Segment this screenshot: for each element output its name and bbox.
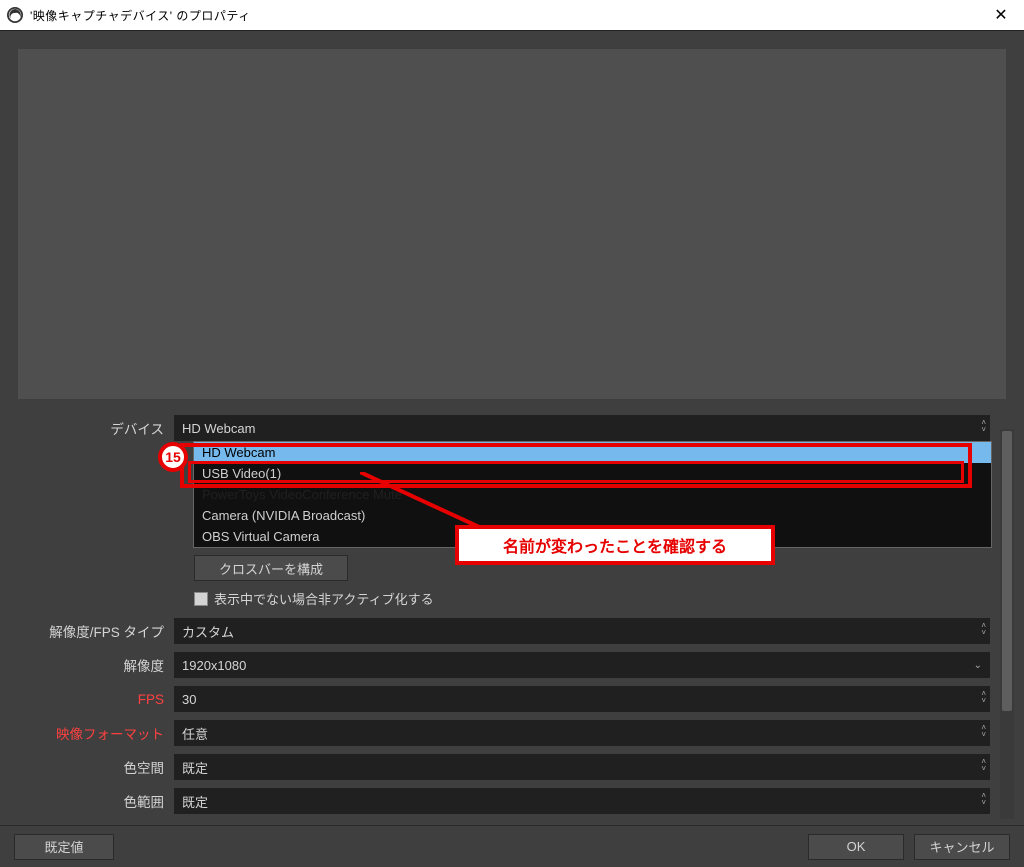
fps-combobox[interactable]: 30 ˄˅	[174, 686, 990, 712]
combobox-spinner-icon: ˄˅	[981, 622, 986, 636]
label-color-space: 色空間	[18, 757, 174, 777]
combobox-spinner-icon: ˄˅	[981, 724, 986, 738]
resolution-value: 1920x1080	[182, 658, 246, 673]
deactivate-checkbox[interactable]	[194, 592, 208, 606]
resolution-combobox[interactable]: 1920x1080 ⌄	[174, 652, 990, 678]
annotation-marker-number: 15	[165, 449, 181, 465]
row-video-format: 映像フォーマット 任意 ˄˅	[18, 720, 990, 746]
combobox-spinner-icon: ˄˅	[981, 419, 986, 433]
configure-crossbar-button[interactable]: クロスバーを構成	[194, 555, 348, 581]
dialog-footer: 既定値 OK キャンセル	[0, 825, 1024, 867]
annotation-step-marker: 15	[158, 442, 188, 472]
window-title: '映像キャプチャデバイス' のプロパティ	[30, 7, 251, 24]
chevron-down-icon: ⌄	[974, 660, 982, 671]
titlebar: '映像キャプチャデバイス' のプロパティ ✕	[0, 0, 1024, 30]
row-color-range: 色範囲 既定 ˄˅	[18, 788, 990, 814]
deactivate-checkbox-label: 表示中でない場合非アクティブ化する	[214, 589, 434, 608]
color-space-value: 既定	[182, 758, 208, 777]
close-icon: ✕	[994, 5, 1007, 25]
dialog-content: デバイス HD Webcam ˄˅ HD Webcam USB Video(1)…	[0, 30, 1024, 867]
label-device: デバイス	[18, 418, 174, 438]
label-fps: FPS	[18, 692, 174, 707]
combobox-spinner-icon: ˄˅	[981, 758, 986, 772]
annotation-callout: 名前が変わったことを確認する	[455, 525, 775, 565]
row-color-space: 色空間 既定 ˄˅	[18, 754, 990, 780]
scrollbar-thumb[interactable]	[1002, 431, 1012, 711]
row-fps: FPS 30 ˄˅	[18, 686, 990, 712]
dropdown-item-hd-webcam[interactable]: HD Webcam	[194, 442, 991, 463]
defaults-button[interactable]: 既定値	[14, 834, 114, 860]
dropdown-item-powertoys[interactable]: PowerToys VideoConference Mute	[194, 484, 991, 505]
res-fps-type-value: カスタム	[182, 622, 234, 641]
label-res-fps-type: 解像度/FPS タイプ	[18, 621, 174, 641]
properties-form: デバイス HD Webcam ˄˅ HD Webcam USB Video(1)…	[0, 415, 1024, 814]
row-device: デバイス HD Webcam ˄˅ HD Webcam USB Video(1)…	[18, 415, 990, 441]
dropdown-item-usb-video[interactable]: USB Video(1)	[194, 463, 991, 484]
label-resolution: 解像度	[18, 655, 174, 675]
row-resolution: 解像度 1920x1080 ⌄	[18, 652, 990, 678]
video-format-combobox[interactable]: 任意 ˄˅	[174, 720, 990, 746]
label-video-format: 映像フォーマット	[18, 723, 174, 743]
row-res-fps-type: 解像度/FPS タイプ カスタム ˄˅	[18, 618, 990, 644]
ok-button[interactable]: OK	[808, 834, 904, 860]
obs-icon	[6, 6, 24, 24]
video-format-value: 任意	[182, 724, 208, 743]
label-color-range: 色範囲	[18, 791, 174, 811]
combobox-spinner-icon: ˄˅	[981, 690, 986, 704]
color-space-combobox[interactable]: 既定 ˄˅	[174, 754, 990, 780]
color-range-value: 既定	[182, 792, 208, 811]
device-combobox[interactable]: HD Webcam ˄˅	[174, 415, 990, 441]
deactivate-checkbox-row: 表示中でない場合非アクティブ化する	[194, 589, 990, 608]
close-button[interactable]: ✕	[978, 0, 1024, 30]
device-combobox-value: HD Webcam	[182, 421, 255, 436]
cancel-button[interactable]: キャンセル	[914, 834, 1010, 860]
annotation-callout-text: 名前が変わったことを確認する	[503, 533, 727, 557]
combobox-spinner-icon: ˄˅	[981, 792, 986, 806]
dropdown-item-nvidia-broadcast[interactable]: Camera (NVIDIA Broadcast)	[194, 505, 991, 526]
video-preview	[18, 49, 1006, 399]
fps-value: 30	[182, 692, 196, 707]
vertical-scrollbar[interactable]	[1000, 429, 1014, 819]
color-range-combobox[interactable]: 既定 ˄˅	[174, 788, 990, 814]
res-fps-type-combobox[interactable]: カスタム ˄˅	[174, 618, 990, 644]
